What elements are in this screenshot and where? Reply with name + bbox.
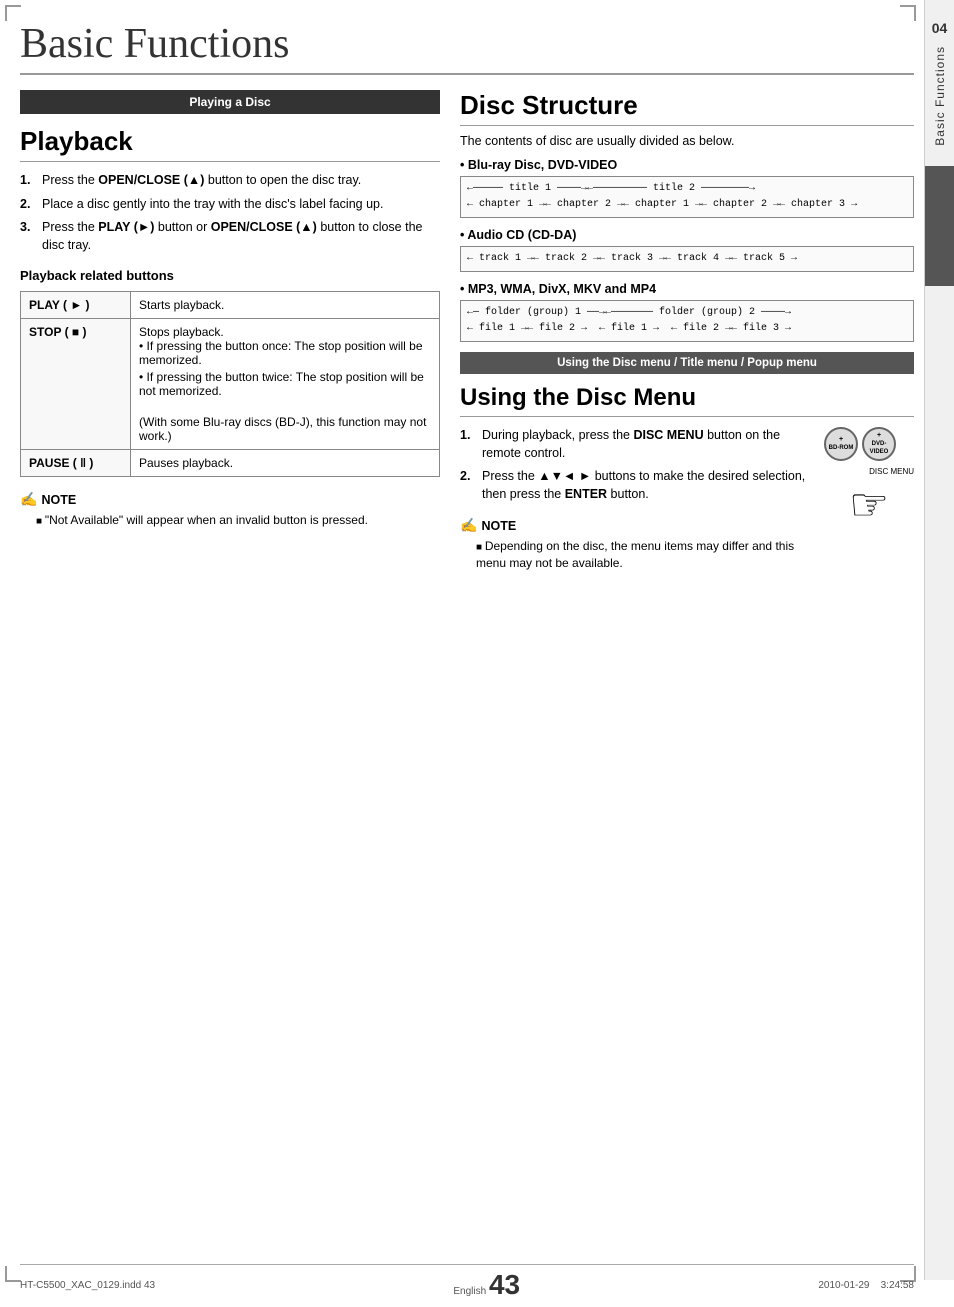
disc-step-1-text: During playback, press the DISC MENU but…	[482, 427, 814, 462]
table-row-pause: PAUSE ( ‖ ) Pauses playback.	[21, 450, 440, 477]
disc-structure-heading: Disc Structure	[460, 90, 914, 126]
remote-buttons: +BD-ROM +DVD-VIDEO	[824, 427, 914, 461]
right-column: Disc Structure The contents of disc are …	[460, 90, 914, 572]
main-content: Basic Functions Playing a Disc Playback …	[20, 20, 914, 1267]
stop-description: Stops playback. If pressing the button o…	[131, 319, 440, 450]
page-title: Basic Functions	[20, 20, 914, 75]
playback-heading: Playback	[20, 126, 440, 162]
bd-rom-label: BD-ROM	[829, 445, 854, 451]
step-1-text: Press the OPEN/CLOSE (▲) button to open …	[42, 172, 361, 190]
pause-description: Pauses playback.	[131, 450, 440, 477]
stop-bullet-2: If pressing the button twice: The stop p…	[139, 370, 431, 398]
note-text: "Not Available" will appear when an inva…	[20, 512, 440, 529]
footer-datetime: 2010-01-29 3:24:58	[818, 1280, 914, 1291]
note-icon: ✍	[20, 491, 37, 508]
disc-step-2-text: Press the ▲▼◄ ► buttons to make the desi…	[482, 468, 814, 503]
using-disc-heading: Using the Disc Menu	[460, 384, 914, 417]
dvd-video-button: +DVD-VIDEO	[862, 427, 896, 461]
cd-label: Audio CD (CD-DA)	[460, 228, 914, 242]
step-1-num: 1.	[20, 172, 36, 190]
playback-table: PLAY ( ► ) Starts playback. STOP ( ■ ) S…	[20, 291, 440, 477]
table-row-play: PLAY ( ► ) Starts playback.	[21, 292, 440, 319]
stop-bullets: If pressing the button once: The stop po…	[139, 339, 431, 398]
stop-note: (With some Blu-ray discs (BD-J), this fu…	[139, 415, 426, 443]
pause-button-label: PAUSE ( ‖ )	[21, 450, 131, 477]
footer: HT-C5500_XAC_0129.indd 43 English 43 201…	[20, 1264, 914, 1301]
playback-steps: 1. Press the OPEN/CLOSE (▲) button to op…	[20, 172, 440, 254]
step-2-num: 2.	[20, 196, 36, 214]
step-2: 2. Place a disc gently into the tray wit…	[20, 196, 440, 214]
disc-menu-note-text: Depending on the disc, the menu items ma…	[460, 538, 814, 572]
remote-illustration: +BD-ROM +DVD-VIDEO DISC MENU ☞	[824, 427, 914, 531]
mp3-diagram: ←— folder (group) 1 ——→←——————— folder (…	[460, 300, 914, 342]
cd-diagram: ← track 1 →← track 2 →← track 3 →← track…	[460, 246, 914, 272]
note-title: ✍ NOTE	[20, 491, 440, 508]
chapter-number: 04	[932, 20, 948, 36]
disc-step-2-num: 2.	[460, 468, 476, 503]
disc-type-bluray: Blu-ray Disc, DVD-VIDEO ←————— title 1 —…	[460, 158, 914, 218]
footer-lang: English	[453, 1286, 486, 1297]
table-row-stop: STOP ( ■ ) Stops playback. If pressing t…	[21, 319, 440, 450]
left-column: Playing a Disc Playback 1. Press the OPE…	[20, 90, 440, 572]
footer-date: 2010-01-29	[818, 1280, 869, 1291]
side-tab: 04 Basic Functions	[924, 0, 954, 1280]
two-column-layout: Playing a Disc Playback 1. Press the OPE…	[20, 90, 914, 572]
chapter-label: Basic Functions	[933, 46, 947, 146]
corner-mark-tl	[5, 5, 21, 21]
side-tab-highlight	[925, 166, 954, 286]
disc-menu-step-1: 1. During playback, press the DISC MENU …	[460, 427, 814, 462]
disc-step-1-num: 1.	[460, 427, 476, 462]
playback-buttons-heading: Playback related buttons	[20, 268, 440, 283]
mp3-label: MP3, WMA, DivX, MKV and MP4	[460, 282, 914, 296]
stop-button-label: STOP ( ■ )	[21, 319, 131, 450]
disc-note-icon: ✍	[460, 517, 477, 534]
disc-menu-step-2: 2. Press the ▲▼◄ ► buttons to make the d…	[460, 468, 814, 503]
note-title-text: NOTE	[41, 493, 76, 507]
disc-menu-button-label: DISC MENU	[824, 467, 914, 476]
step-3-num: 3.	[20, 219, 36, 254]
footer-filename: HT-C5500_XAC_0129.indd 43	[20, 1280, 155, 1291]
step-1: 1. Press the OPEN/CLOSE (▲) button to op…	[20, 172, 440, 190]
disc-menu-steps: 1. During playback, press the DISC MENU …	[460, 427, 814, 503]
hand-icon: ☞	[824, 478, 914, 531]
corner-mark-tr	[900, 5, 916, 21]
disc-structure-intro: The contents of disc are usually divided…	[460, 134, 914, 148]
step-3: 3. Press the PLAY (►) button or OPEN/CLO…	[20, 219, 440, 254]
disc-menu-text: 1. During playback, press the DISC MENU …	[460, 427, 814, 572]
step-2-text: Place a disc gently into the tray with t…	[42, 196, 383, 214]
disc-type-cd: Audio CD (CD-DA) ← track 1 →← track 2 →←…	[460, 228, 914, 272]
play-description: Starts playback.	[131, 292, 440, 319]
disc-menu-content: 1. During playback, press the DISC MENU …	[460, 427, 914, 572]
bluray-diagram: ←————— title 1 ————→←————————— title 2 —…	[460, 176, 914, 218]
disc-note-title-text: NOTE	[481, 519, 516, 533]
step-3-text: Press the PLAY (►) button or OPEN/CLOSE …	[42, 219, 440, 254]
disc-menu-bar: Using the Disc menu / Title menu / Popup…	[460, 352, 914, 374]
stop-bullet-1: If pressing the button once: The stop po…	[139, 339, 431, 367]
bd-rom-button: +BD-ROM	[824, 427, 858, 461]
note-section: ✍ NOTE "Not Available" will appear when …	[20, 491, 440, 529]
footer-time: 3:24:58	[881, 1280, 914, 1291]
corner-mark-bl	[5, 1266, 21, 1282]
footer-lang-page: English 43	[453, 1269, 520, 1301]
disc-menu-note: ✍ NOTE Depending on the disc, the menu i…	[460, 517, 814, 572]
bluray-label: Blu-ray Disc, DVD-VIDEO	[460, 158, 914, 172]
dvd-video-label: DVD-VIDEO	[870, 441, 889, 455]
play-button-label: PLAY ( ► )	[21, 292, 131, 319]
playing-disc-bar: Playing a Disc	[20, 90, 440, 114]
disc-type-mp3: MP3, WMA, DivX, MKV and MP4 ←— folder (g…	[460, 282, 914, 342]
footer-page-number: 43	[489, 1269, 520, 1300]
disc-menu-note-title: ✍ NOTE	[460, 517, 814, 534]
